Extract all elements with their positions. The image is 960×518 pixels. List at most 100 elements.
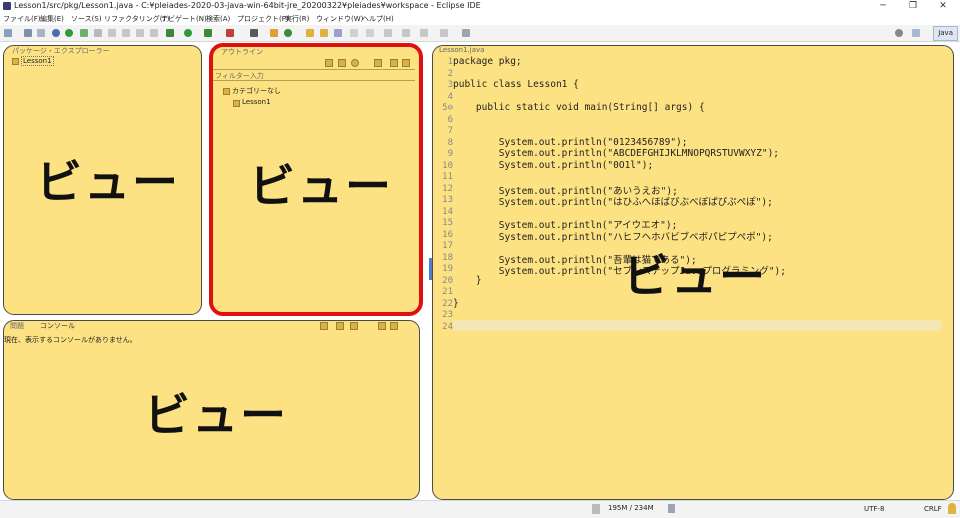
line-number: 14 <box>442 206 453 217</box>
line-number: 22 <box>442 298 453 309</box>
menu-search[interactable]: 検索(A) <box>206 14 230 24</box>
coverage-icon[interactable] <box>204 29 212 37</box>
maximize-view-icon[interactable] <box>402 59 410 67</box>
hide-nonpublic-icon[interactable] <box>351 59 359 67</box>
close-button[interactable]: ✕ <box>928 0 958 13</box>
open-task-icon[interactable] <box>320 29 328 37</box>
minimize-view-icon[interactable] <box>378 322 386 330</box>
code-line: public class Lesson1 { <box>453 79 579 90</box>
open-perspective-icon[interactable] <box>912 29 920 37</box>
outline-class-item[interactable]: Lesson1 <box>242 98 271 106</box>
toggle-breakpoint-icon[interactable] <box>94 29 102 37</box>
window-title: Lesson1/src/pkg/Lesson1.java - C:¥pleiad… <box>14 1 481 10</box>
debug-dropdown-icon[interactable] <box>166 29 174 37</box>
line-number: 6 <box>447 114 453 125</box>
code-line: } <box>453 297 459 309</box>
package-explorer-view: パッケージ・エクスプローラー Lesson1 ビュー <box>3 45 202 315</box>
new-java-class-icon[interactable] <box>284 29 292 37</box>
code-line: System.out.println("はひふへほばびぶべぼぱぴぷぺぽ"); <box>453 197 773 208</box>
run-icon[interactable] <box>65 29 73 37</box>
tab-problems[interactable]: 問題 <box>10 321 24 331</box>
search-icon[interactable] <box>334 29 342 37</box>
menu-project[interactable]: プロジェクト(P) <box>237 14 289 24</box>
pin-editor-icon[interactable] <box>462 29 470 37</box>
overview-ruler-marker[interactable] <box>429 258 432 280</box>
line-number: 8 <box>447 137 453 148</box>
line-number: 21 <box>442 287 453 297</box>
search-toolbar-icon[interactable] <box>895 29 903 37</box>
open-type-icon[interactable] <box>306 29 314 37</box>
main-toolbar: Java <box>0 25 960 42</box>
heap-status[interactable]: 195M / 234M <box>608 504 654 512</box>
filter-input[interactable]: フィルター入力 <box>215 71 264 81</box>
line-ending-label[interactable]: CRLF <box>924 505 942 513</box>
perspective-java-button[interactable]: Java <box>933 26 958 41</box>
menu-refactor[interactable]: リファクタリング(T) <box>104 14 169 24</box>
save-icon[interactable] <box>24 29 32 37</box>
minimize-view-icon[interactable] <box>390 59 398 67</box>
category-item[interactable]: カテゴリーなし <box>232 86 281 96</box>
skip-breakpoints-icon[interactable] <box>108 29 116 37</box>
menu-navigate[interactable]: ナビゲート(N) <box>161 14 207 24</box>
menu-run[interactable]: 実行(R) <box>285 14 309 24</box>
code-line: System.out.println("アイウエオ"); <box>453 220 678 231</box>
step-over-icon[interactable] <box>136 29 144 37</box>
back-icon[interactable] <box>402 29 410 37</box>
hide-fields-icon[interactable] <box>325 59 333 67</box>
line-number: 11 <box>442 172 453 182</box>
filter-box[interactable]: フィルター入力 <box>213 69 415 81</box>
line-number: 19 <box>442 264 453 274</box>
line-number: 16 <box>442 229 453 240</box>
menu-edit[interactable]: 編集(E) <box>40 14 64 24</box>
run-dropdown-icon[interactable] <box>184 29 192 37</box>
back-dropdown-icon[interactable] <box>420 29 428 37</box>
encoding-label[interactable]: UTF-8 <box>864 505 884 513</box>
save-all-icon[interactable] <box>37 29 45 37</box>
tab-console[interactable]: コンソール <box>40 321 75 331</box>
console-display-icon[interactable] <box>350 322 358 330</box>
new-java-package-icon[interactable] <box>270 29 278 37</box>
new-icon[interactable] <box>4 29 12 37</box>
outline-tabstrip: アウトライン <box>213 47 419 56</box>
menu-help[interactable]: ヘルプ(H) <box>362 14 394 24</box>
console-view: 問題 コンソール 現在、表示するコンソールがありません。 ビュー <box>3 320 420 500</box>
code-line: public static void main(String[] args) { <box>453 102 705 113</box>
eclipse-app-icon <box>3 2 11 10</box>
menu-file[interactable]: ファイル(F) <box>3 14 41 24</box>
sort-icon[interactable] <box>374 59 382 67</box>
step-return-icon[interactable] <box>150 29 158 37</box>
maximize-button[interactable]: ❐ <box>898 0 928 13</box>
menu-source[interactable]: ソース(S) <box>71 14 102 24</box>
tab-package-explorer[interactable]: パッケージ・エクスプローラー <box>12 46 110 56</box>
title-bar: Lesson1/src/pkg/Lesson1.java - C:¥pleiad… <box>0 0 960 13</box>
minimize-button[interactable]: ─ <box>868 0 898 13</box>
external-tools-icon[interactable] <box>226 29 234 37</box>
annotation-next-icon[interactable] <box>350 29 358 37</box>
forward-icon[interactable] <box>440 29 448 37</box>
package-explorer-tabstrip: パッケージ・エクスプローラー <box>4 46 201 55</box>
line-number: 12 <box>442 183 453 194</box>
debug-icon[interactable] <box>52 29 60 37</box>
step-icon[interactable] <box>122 29 130 37</box>
line-number: 7 <box>447 126 453 136</box>
annotation-prev-icon[interactable] <box>366 29 374 37</box>
line-number: 10 <box>442 160 453 171</box>
view-label: ビュー <box>249 159 393 213</box>
view-label: ビュー <box>144 388 288 442</box>
hide-static-icon[interactable] <box>338 59 346 67</box>
class-icon <box>233 100 240 107</box>
console-open-icon[interactable] <box>320 322 328 330</box>
tab-outline[interactable]: アウトライン <box>221 47 263 57</box>
console-pin-icon[interactable] <box>336 322 344 330</box>
tab-lesson1-java[interactable]: Lesson1.java <box>439 46 484 54</box>
maximize-view-icon[interactable] <box>390 322 398 330</box>
code-line: System.out.println("0O1l"); <box>453 159 654 171</box>
gc-trash-icon[interactable] <box>668 504 675 513</box>
project-item[interactable]: Lesson1 <box>21 56 54 66</box>
tips-bulb-icon[interactable] <box>948 503 956 514</box>
menu-window[interactable]: ウィンドウ(W) <box>316 14 363 24</box>
editor-view: Lesson1.java 1 package pkg; 2 3 public class… <box>432 45 954 500</box>
server-icon[interactable] <box>250 29 258 37</box>
last-edit-icon[interactable] <box>384 29 392 37</box>
terminal-icon[interactable] <box>80 29 88 37</box>
